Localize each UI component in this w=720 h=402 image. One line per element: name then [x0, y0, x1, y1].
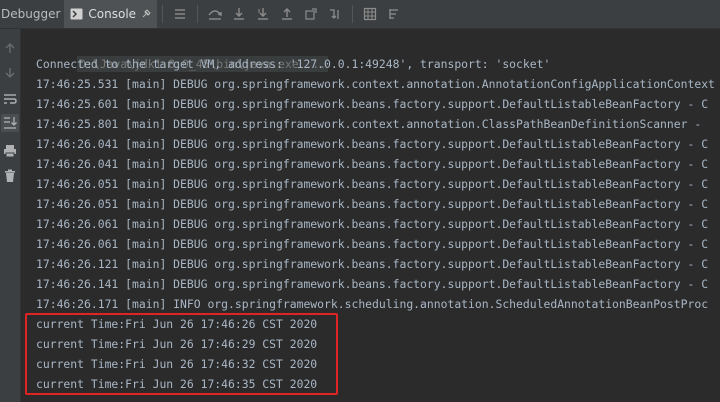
debug-toolbar: Debugger Console [0, 0, 720, 29]
show-execution-point-icon[interactable] [168, 2, 192, 26]
current-time-line: current Time:Fri Jun 26 17:46:29 CST 202… [36, 337, 318, 351]
tab-console-label: Console [88, 7, 137, 21]
step-into-icon[interactable] [227, 2, 251, 26]
drop-frame-icon[interactable] [299, 2, 323, 26]
console-gutter [0, 29, 21, 402]
run-to-cursor-icon[interactable] [323, 2, 347, 26]
soft-wrap-icon[interactable] [1, 90, 19, 108]
console-line: 17:46:26.121 [main] DEBUG org.springfram… [36, 257, 709, 271]
console-line: Connected to the target VM, address: '12… [36, 57, 551, 71]
trace-icon[interactable] [382, 2, 406, 26]
current-time-line: current Time:Fri Jun 26 17:46:35 CST 202… [36, 377, 318, 391]
scroll-to-end-icon[interactable] [1, 114, 19, 132]
console-line: 17:46:26.171 [main] INFO org.springframe… [36, 297, 709, 311]
console-line: 17:46:26.051 [main] DEBUG org.springfram… [36, 197, 709, 211]
print-icon[interactable] [1, 142, 19, 160]
current-time-line: current Time:Fri Jun 26 17:46:32 CST 202… [36, 357, 318, 371]
pin-icon[interactable] [141, 9, 151, 19]
tab-debugger-label: Debugger [1, 7, 61, 21]
toolbar-separator [352, 5, 354, 23]
debug-console-window: Debugger Console D:\Java\jdk1.8.0_45\bin… [0, 0, 720, 402]
console-line: 17:46:26.061 [main] DEBUG org.springfram… [36, 217, 709, 231]
step-out-icon[interactable] [275, 2, 299, 26]
console-line: 17:46:25.801 [main] DEBUG org.springfram… [36, 117, 709, 131]
console-icon [70, 8, 83, 20]
current-time-line: current Time:Fri Jun 26 17:46:26 CST 202… [36, 317, 318, 331]
tab-debugger[interactable]: Debugger [0, 0, 64, 28]
console-line: 17:46:26.061 [main] DEBUG org.springfram… [36, 237, 709, 251]
console-line: 17:46:25.531 [main] DEBUG org.springfram… [36, 77, 715, 91]
console-line: 17:46:25.601 [main] DEBUG org.springfram… [36, 97, 709, 111]
console-line: 17:46:26.051 [main] DEBUG org.springfram… [36, 177, 709, 191]
console-line: 17:46:26.141 [main] DEBUG org.springfram… [36, 277, 709, 291]
tab-console[interactable]: Console [64, 0, 158, 28]
evaluate-expression-icon[interactable] [358, 2, 382, 26]
console-line: 17:46:26.041 [main] DEBUG org.springfram… [36, 137, 709, 151]
toolbar-separator [162, 5, 164, 23]
trash-icon[interactable] [1, 167, 19, 185]
up-arrow-icon[interactable] [1, 39, 19, 57]
toolbar-separator [197, 5, 199, 23]
force-step-into-icon[interactable] [251, 2, 275, 26]
step-over-icon[interactable] [203, 2, 227, 26]
down-arrow-icon[interactable] [1, 64, 19, 82]
console-line: 17:46:26.041 [main] DEBUG org.springfram… [36, 157, 709, 171]
console-command-line: D:\Java\jdk1.8.0_45\bin\java.exe ... [29, 34, 720, 72]
console-output[interactable]: D:\Java\jdk1.8.0_45\bin\java.exe ... Con… [29, 34, 720, 402]
